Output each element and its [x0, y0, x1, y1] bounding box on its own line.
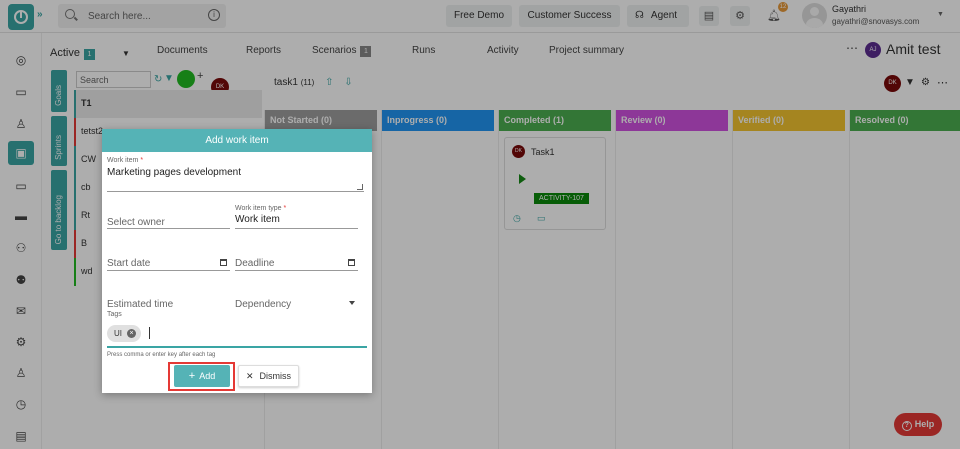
owner-underline — [107, 228, 230, 229]
deadline-underline — [235, 270, 358, 271]
tags-underline — [107, 346, 367, 348]
add-button-label: Add — [199, 371, 216, 381]
tags-input[interactable] — [149, 327, 150, 339]
dismiss-button[interactable]: ✕ Dismiss — [238, 365, 299, 387]
estimated-time-field[interactable]: Estimated time — [107, 299, 173, 310]
work-item-label: Work item * — [107, 157, 144, 164]
resize-handle-icon[interactable] — [357, 184, 363, 190]
start-date-underline — [107, 270, 230, 271]
type-underline — [235, 228, 358, 229]
dismiss-button-label: Dismiss — [259, 370, 292, 381]
select-owner-field[interactable]: Select owner — [107, 217, 165, 228]
remove-tag-icon[interactable]: × — [127, 329, 136, 338]
dialog-title: Add work item — [102, 129, 372, 152]
deadline-calendar-icon[interactable] — [348, 259, 355, 266]
close-icon: ✕ — [245, 370, 254, 381]
start-date-field[interactable]: Start date — [107, 258, 150, 269]
deadline-field[interactable]: Deadline — [235, 258, 274, 269]
dependency-dropdown-icon[interactable] — [349, 301, 355, 305]
add-button[interactable]: + Add — [174, 365, 230, 387]
tags-label: Tags — [107, 311, 122, 318]
work-item-input[interactable]: Marketing pages development — [107, 167, 241, 178]
work-item-type-field[interactable]: Work item — [235, 214, 280, 225]
tag-chip-label: UI — [114, 329, 122, 338]
dependency-field[interactable]: Dependency — [235, 299, 291, 310]
start-date-calendar-icon[interactable] — [220, 259, 227, 266]
work-item-type-label: Work item type * — [235, 205, 287, 212]
tag-chip: UI × — [107, 325, 141, 342]
tags-hint: Press comma or enter key after each tag — [107, 352, 216, 358]
work-item-underline — [107, 191, 364, 192]
plus-icon: + — [188, 370, 196, 382]
